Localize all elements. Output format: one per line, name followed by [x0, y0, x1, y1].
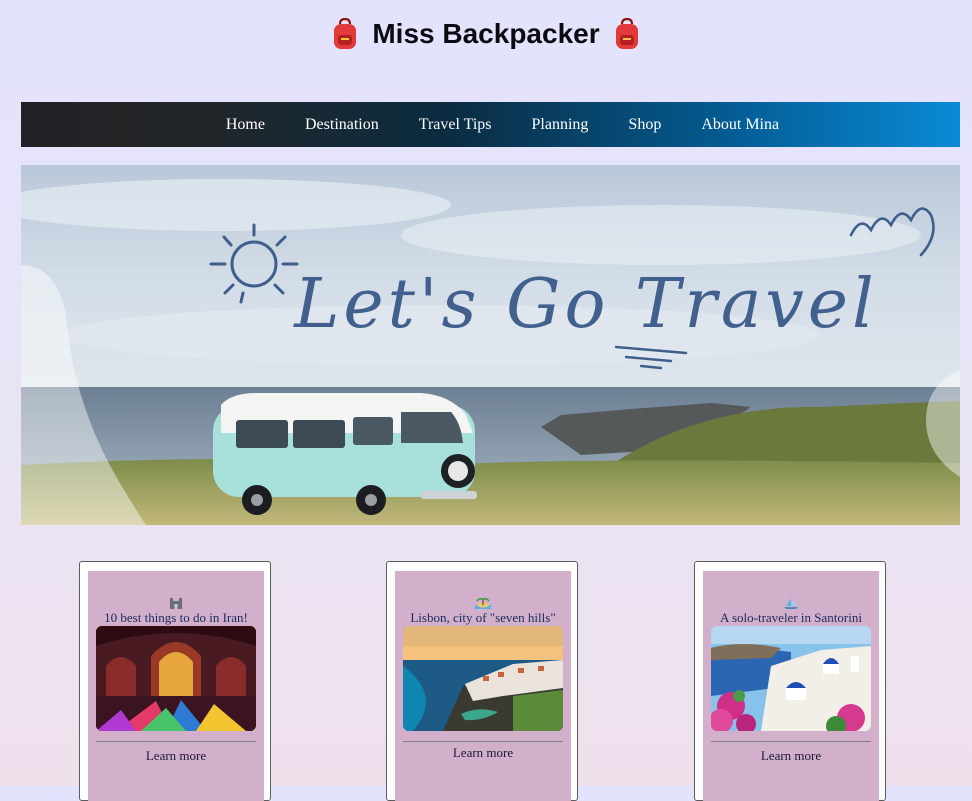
nav-item-home[interactable]: Home: [206, 116, 285, 134]
hero-script-text: Let's Go Travel: [292, 265, 878, 344]
castle-icon: [170, 598, 182, 609]
nav-item-shop[interactable]: Shop: [608, 116, 681, 134]
card-santorini: A solo-traveler in Santorini Learn more: [694, 561, 886, 801]
card-divider: [711, 741, 871, 742]
card-body: 10 best things to do in Iran! Learn more: [88, 571, 264, 801]
card-lisbon: Lisbon, city of "seven hills" Learn more: [386, 561, 578, 801]
destination-cards: 10 best things to do in Iran! Learn more…: [0, 561, 972, 801]
site-title: Miss Backpacker: [372, 18, 600, 49]
nav-item-travel-tips[interactable]: Travel Tips: [399, 116, 512, 134]
card-title: 10 best things to do in Iran!: [104, 610, 248, 625]
card-body: A solo-traveler in Santorini Learn more: [703, 571, 879, 801]
card-body: Lisbon, city of "seven hills" Learn more: [395, 571, 571, 801]
backpack-icon: [615, 18, 638, 49]
backpack-icon: [334, 18, 357, 49]
hero-banner: Let's Go Travel: [21, 165, 960, 525]
nav-list: Home Destination Travel Tips Planning Sh…: [182, 116, 799, 134]
nav-item-about-mina[interactable]: About Mina: [681, 116, 799, 134]
learn-more-link[interactable]: Learn more: [703, 748, 879, 764]
card-iran: 10 best things to do in Iran! Learn more: [79, 561, 271, 801]
site-header: Miss Backpacker: [0, 14, 972, 54]
card-divider: [403, 741, 563, 742]
island-icon: [475, 598, 491, 609]
card-image: [96, 626, 256, 731]
learn-more-link[interactable]: Learn more: [395, 745, 571, 761]
card-image: [711, 626, 871, 731]
learn-more-link[interactable]: Learn more: [88, 748, 264, 764]
main-nav: Home Destination Travel Tips Planning Sh…: [21, 102, 960, 147]
nav-item-destination[interactable]: Destination: [285, 116, 399, 134]
card-image: [403, 626, 563, 731]
card-divider: [96, 741, 256, 742]
card-title: A solo-traveler in Santorini: [720, 610, 862, 625]
hero-image: Let's Go Travel: [21, 165, 960, 525]
nav-item-planning[interactable]: Planning: [512, 116, 609, 134]
card-title: Lisbon, city of "seven hills": [410, 610, 556, 625]
sailboat-icon: [784, 598, 798, 609]
